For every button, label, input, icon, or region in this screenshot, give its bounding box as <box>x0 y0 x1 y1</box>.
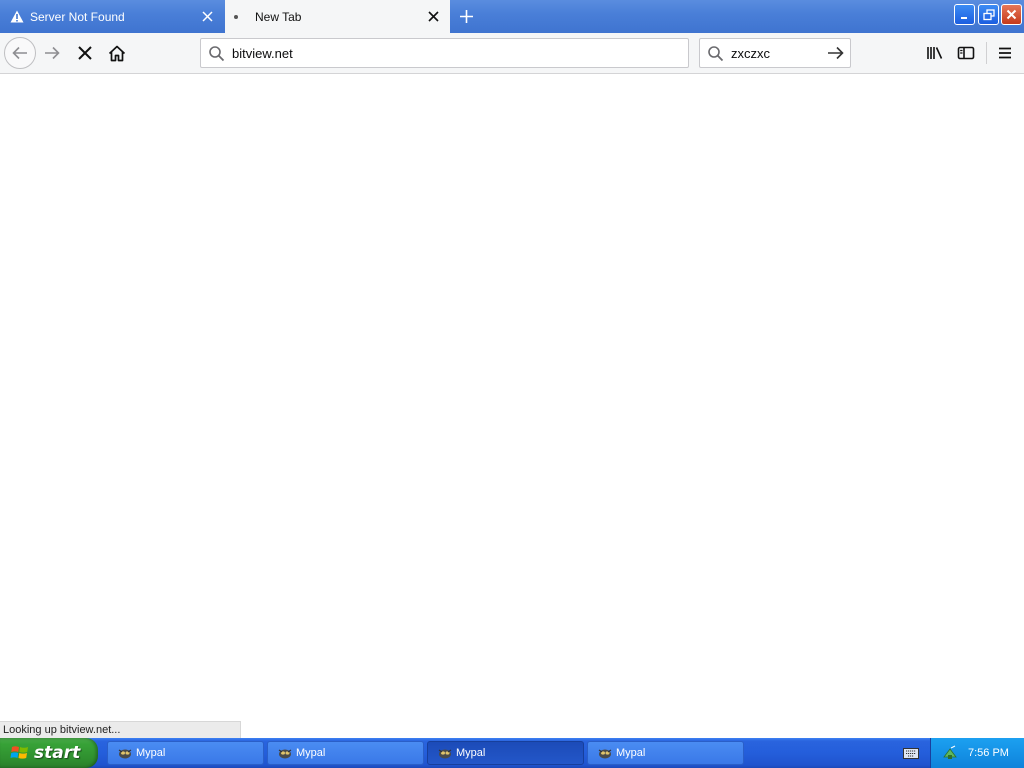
tab-new-tab[interactable]: New Tab <box>225 0 450 33</box>
warning-icon <box>9 9 25 25</box>
mypal-app-icon <box>438 749 452 759</box>
library-icon <box>927 47 943 59</box>
system-tray: 7:56 PM <box>930 738 1024 768</box>
new-tab-button[interactable] <box>454 5 478 27</box>
taskbar-window-mypal-active[interactable]: Mypal <box>427 741 584 765</box>
taskbar-window-mypal[interactable]: Mypal <box>267 741 424 765</box>
loading-dot-icon <box>234 14 238 19</box>
start-button[interactable]: start <box>0 738 98 768</box>
mypal-app-icon <box>278 749 292 759</box>
search-icon <box>707 45 727 62</box>
search-input[interactable] <box>731 45 821 61</box>
stop-button[interactable] <box>71 41 99 65</box>
library-button[interactable] <box>922 41 948 65</box>
home-button[interactable] <box>103 41 131 65</box>
url-bar[interactable] <box>200 38 689 68</box>
search-go-button[interactable] <box>826 44 846 62</box>
taskbar: start Mypal Mypal Mypal Mypal 7:56 PM <box>0 738 1024 768</box>
back-arrow-icon <box>12 46 27 60</box>
menu-button[interactable] <box>992 41 1018 65</box>
url-input[interactable] <box>232 45 672 61</box>
home-icon <box>108 45 126 61</box>
mypal-app-icon <box>118 749 132 759</box>
sidebar-button[interactable] <box>953 41 979 65</box>
hamburger-menu-icon <box>999 47 1011 59</box>
taskbar-window-label: Mypal <box>296 747 326 759</box>
navigation-toolbar <box>0 33 1024 74</box>
taskbar-window-label: Mypal <box>616 747 646 759</box>
close-icon[interactable] <box>425 9 441 25</box>
minimize-button[interactable] <box>954 4 975 25</box>
tab-label: New Tab <box>255 9 302 24</box>
taskbar-window-label: Mypal <box>456 747 486 759</box>
mypal-app-icon <box>598 749 612 759</box>
taskbar-window-mypal[interactable]: Mypal <box>587 741 744 765</box>
minimize-icon <box>961 17 967 19</box>
start-label: start <box>34 743 81 763</box>
search-bar[interactable] <box>699 38 851 68</box>
taskbar-window-label: Mypal <box>136 747 166 759</box>
windows-logo-icon <box>10 746 28 759</box>
taskbar-window-mypal[interactable]: Mypal <box>107 741 264 765</box>
stop-icon <box>78 46 92 60</box>
tab-strip: Server Not Found New Tab <box>0 0 1024 33</box>
clock[interactable]: 7:56 PM <box>968 747 1009 759</box>
page-content <box>0 75 1024 738</box>
arrow-right-icon <box>828 46 844 60</box>
search-icon <box>208 45 228 62</box>
back-button[interactable] <box>4 37 36 69</box>
tab-server-not-found[interactable]: Server Not Found <box>0 0 224 33</box>
toolbar-separator <box>986 42 987 64</box>
restore-icon <box>982 8 995 20</box>
close-window-button[interactable] <box>1001 4 1022 25</box>
forward-arrow-icon <box>45 46 60 60</box>
tab-label: Server Not Found <box>30 9 125 24</box>
keyboard-icon[interactable] <box>903 746 919 760</box>
network-icon[interactable] <box>942 745 958 761</box>
close-icon <box>1006 9 1017 20</box>
close-icon[interactable] <box>199 9 215 25</box>
plus-icon <box>459 9 473 23</box>
sidebar-icon <box>957 46 975 60</box>
restore-button[interactable] <box>978 4 999 25</box>
forward-button[interactable] <box>38 41 66 65</box>
status-text: Looking up bitview.net... <box>0 721 241 738</box>
